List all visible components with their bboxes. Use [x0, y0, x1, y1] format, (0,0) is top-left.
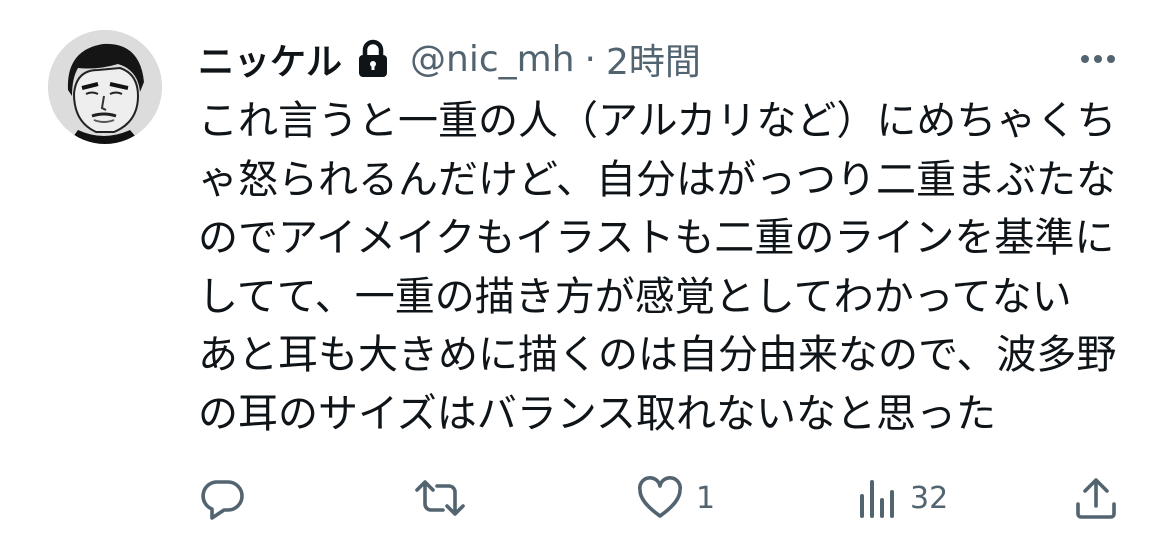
retweet-icon: [415, 480, 465, 516]
like-count: 1: [696, 480, 716, 516]
action-bar: 1 32: [198, 470, 1128, 526]
reply-button[interactable]: [198, 470, 258, 526]
tweet-text-line: の耳のサイズはバランス取れないなと思った: [198, 390, 996, 437]
heart-icon: [638, 476, 682, 518]
reply-icon: [201, 480, 244, 520]
tweet-text-line: のでアイメイクもイラストも二重のラインを基準に: [198, 215, 1115, 261]
views-count: 32: [910, 480, 949, 516]
user-handle[interactable]: @nic_mh: [410, 39, 575, 80]
avatar-image: [48, 30, 162, 144]
like-button[interactable]: 1: [636, 470, 715, 526]
tweet-text: これ言うと一重の人（アルカリなど）にめちゃくち ゃ怒られるんだけど、自分はがっつ…: [198, 92, 1118, 443]
timestamp[interactable]: 2時間: [606, 33, 701, 85]
share-icon: [1076, 478, 1116, 519]
tweet-text-line: あと耳も大きめに描くのは自分由来なので、波多野: [198, 332, 1117, 378]
views-button[interactable]: 32: [858, 470, 948, 526]
tweet-text-line: してて、一重の描き方が感覚としてわかってない: [198, 273, 1072, 320]
share-button[interactable]: [1072, 470, 1120, 526]
separator-dot: ·: [584, 38, 596, 80]
tweet-header: ニッケル @nic_mh · 2時間: [198, 34, 701, 84]
views-icon: [860, 480, 894, 518]
avatar[interactable]: [48, 30, 162, 144]
lock-icon: [356, 39, 390, 79]
tweet-text-line: これ言うと一重の人（アルカリなど）にめちゃくち: [198, 98, 1117, 144]
display-name[interactable]: ニッケル: [198, 33, 342, 85]
tweet-text-line: ゃ怒られるんだけど、自分はがっつり二重まぶたな: [198, 156, 1116, 203]
retweet-button[interactable]: [414, 470, 478, 526]
more-icon[interactable]: [1078, 44, 1118, 74]
